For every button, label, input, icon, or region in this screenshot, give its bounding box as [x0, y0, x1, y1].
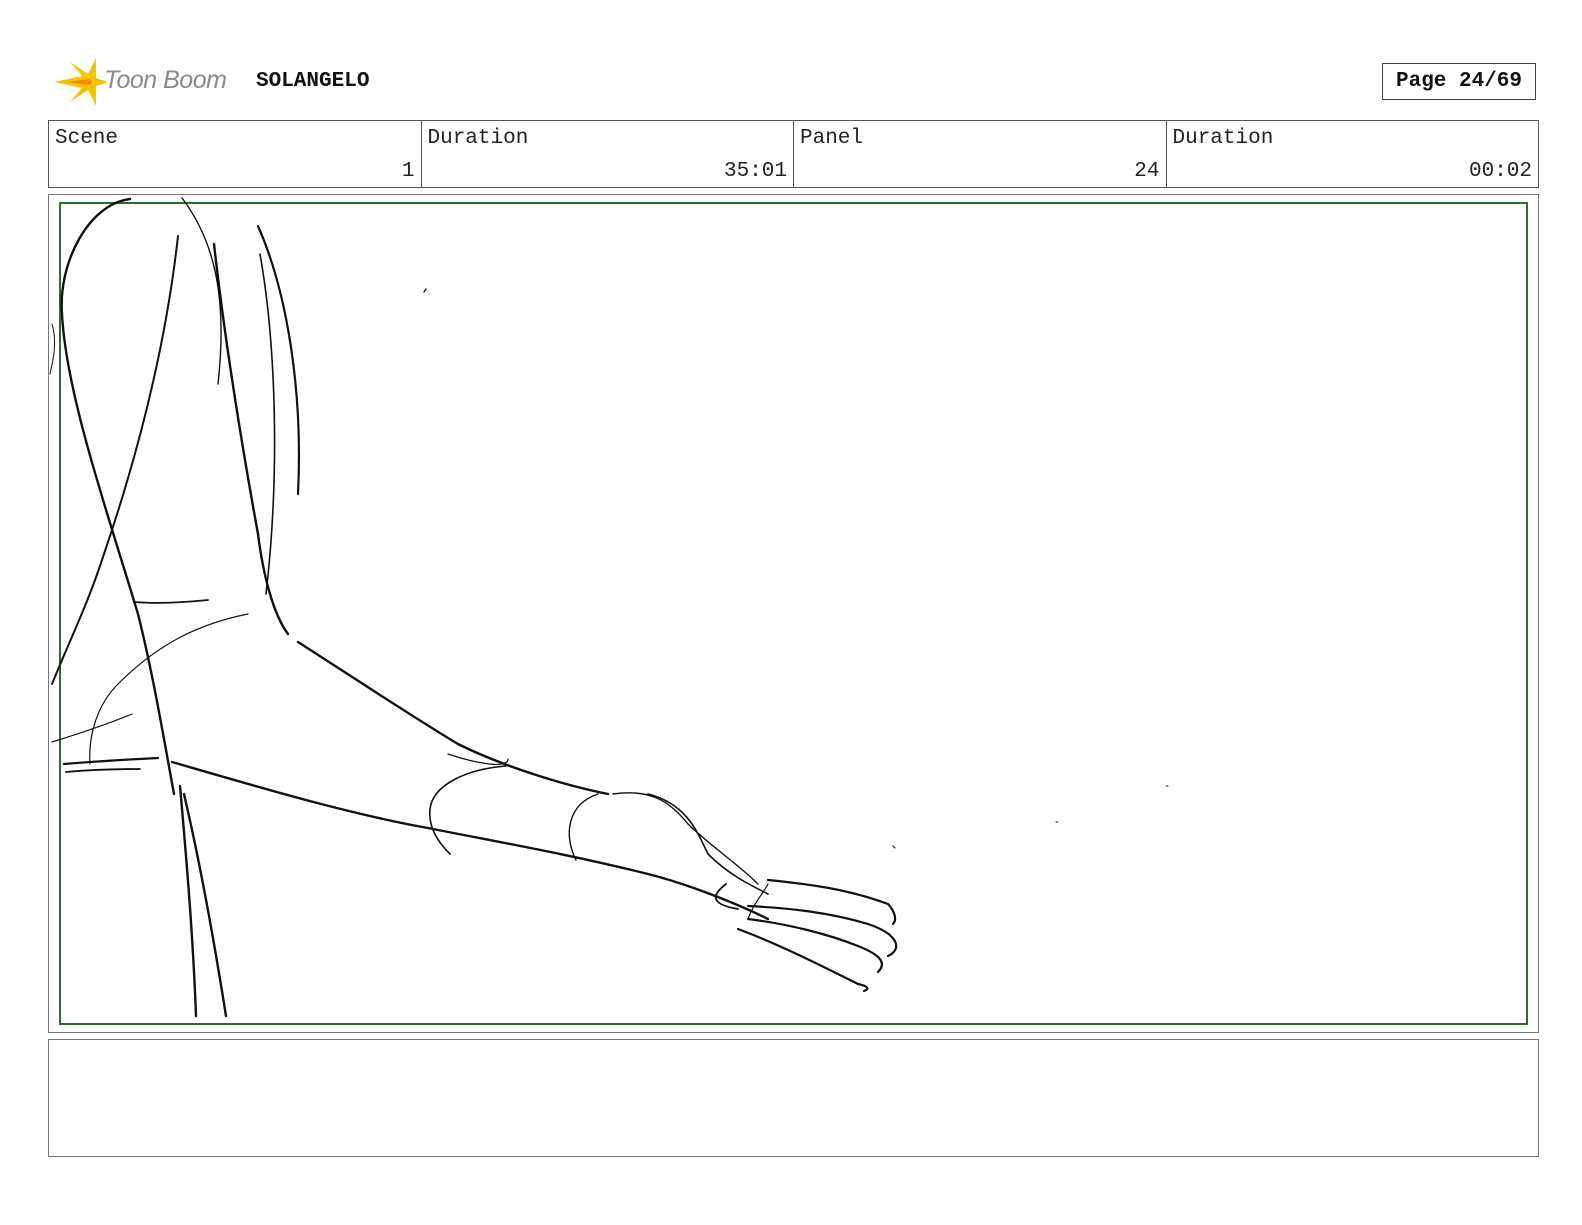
panel-cell: Panel 24	[794, 121, 1167, 187]
panel-duration-cell: Duration 00:02	[1167, 121, 1539, 187]
panel-label: Panel	[800, 127, 864, 150]
scene-label: Scene	[55, 127, 119, 150]
scene-cell: Scene 1	[49, 121, 422, 187]
panel-value: 24	[1134, 160, 1160, 183]
panel-duration-label: Duration	[1172, 127, 1274, 150]
scene-duration-cell: Duration 35:01	[422, 121, 794, 187]
logo-text: Toon Boom	[104, 66, 227, 94]
page-indicator: Page 24/69	[1382, 63, 1536, 100]
project-title: SOLANGELO	[256, 70, 370, 93]
scene-duration-value: 35:01	[723, 160, 787, 183]
panel-info-row: Scene 1 Duration 35:01 Panel 24 Duration…	[48, 120, 1539, 188]
arm-hand-sketch	[49, 197, 1169, 1018]
scene-value: 1	[401, 160, 415, 183]
panel-duration-value: 00:02	[1468, 160, 1532, 183]
scene-duration-label: Duration	[427, 127, 529, 150]
panel-notes-box	[48, 1039, 1539, 1157]
